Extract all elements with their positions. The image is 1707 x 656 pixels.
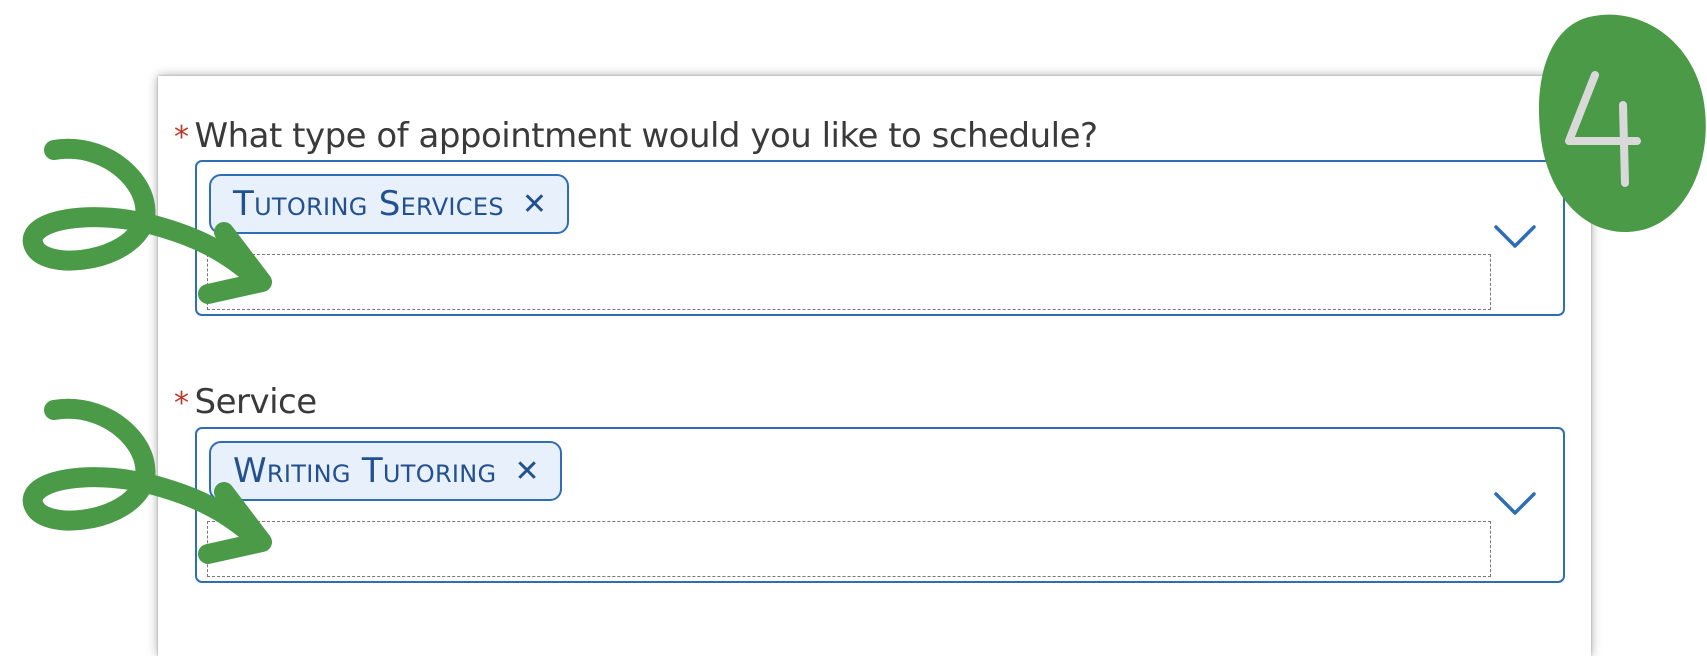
chevron-down-icon[interactable]	[1493, 491, 1537, 517]
arrow-icon	[22, 398, 272, 564]
appointment-type-label-text: What type of appointment would you like …	[194, 116, 1099, 156]
appointment-type-label: * What type of appointment would you like…	[174, 116, 1098, 156]
service-select[interactable]: Writing Tutoring ✕	[195, 427, 1565, 583]
service-search-input[interactable]	[208, 522, 1494, 578]
step-badge-icon	[1539, 14, 1706, 233]
appointment-type-search-input[interactable]	[208, 255, 1494, 311]
form-panel: * What type of appointment would you like…	[158, 76, 1591, 656]
chip-remove-icon[interactable]: ✕	[522, 187, 547, 222]
appointment-type-select[interactable]: Tutoring Services ✕	[195, 160, 1565, 316]
chip-remove-icon[interactable]: ✕	[514, 454, 539, 489]
arrow-icon	[22, 138, 272, 304]
appointment-type-search-box[interactable]	[207, 254, 1494, 311]
service-search-box[interactable]	[207, 521, 1494, 578]
